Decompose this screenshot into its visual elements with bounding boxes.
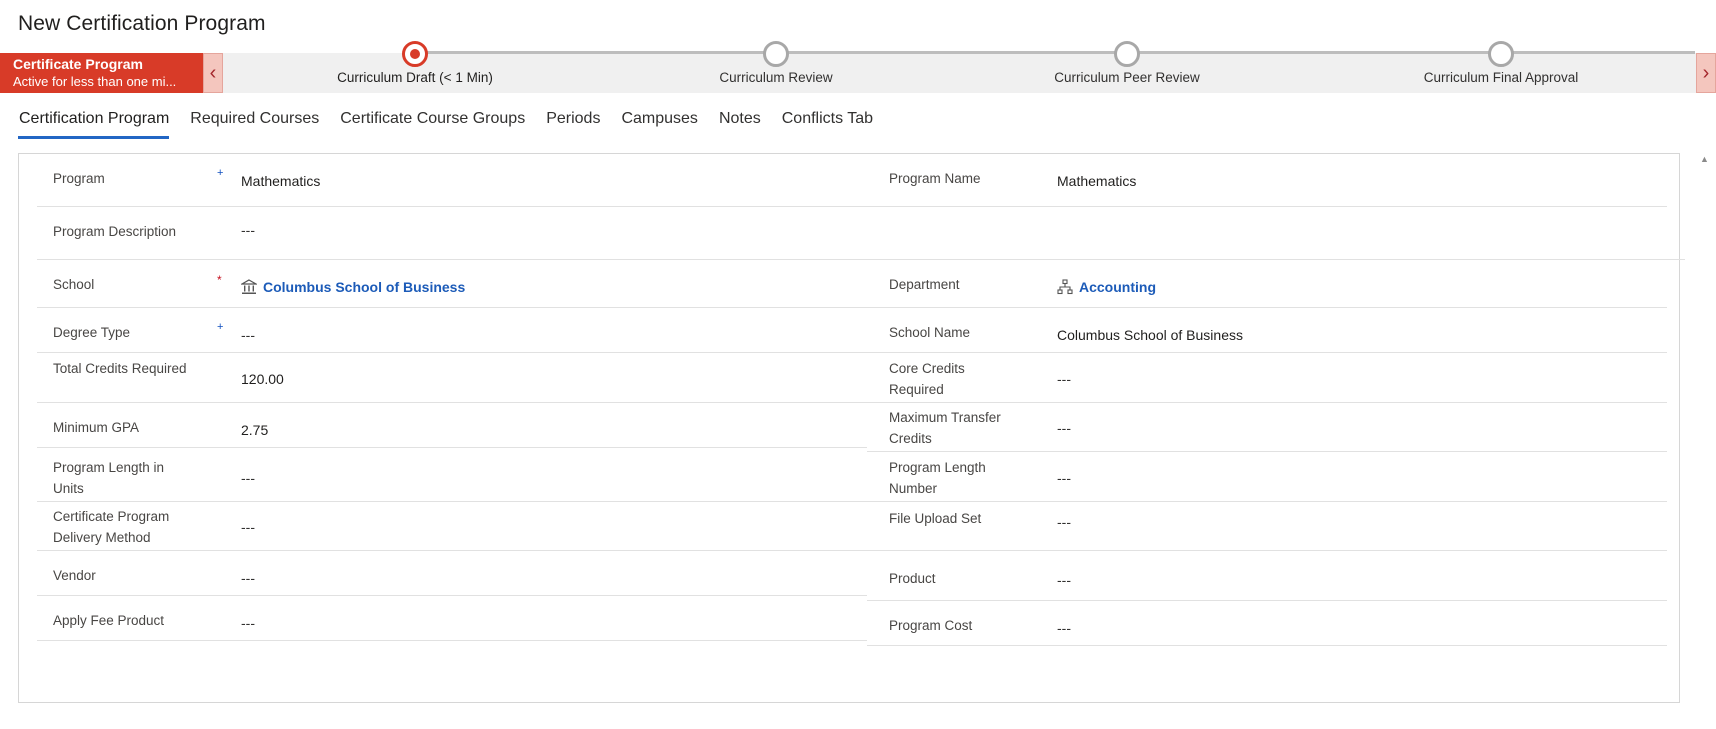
active-process-flag[interactable]: Certificate Program Active for less than… xyxy=(0,53,204,93)
field-label: Program Cost xyxy=(889,618,973,633)
field-program-length-number[interactable]: Program Length Number --- xyxy=(867,452,1667,502)
field-value[interactable]: --- xyxy=(241,327,255,343)
form-column-left: Program + Mathematics Program Descriptio… xyxy=(37,154,1685,641)
stage-label: Curriculum Draft (< 1 Min) xyxy=(337,70,493,85)
field-minimum-gpa[interactable]: Minimum GPA 2.75 xyxy=(37,403,867,448)
recommended-marker: + xyxy=(217,321,224,333)
field-delivery-method[interactable]: Certificate Program Delivery Method --- xyxy=(37,502,867,551)
tab-conflicts[interactable]: Conflicts Tab xyxy=(771,110,883,138)
field-school[interactable]: School * Columbus School of Business xyxy=(37,260,867,308)
stage-curriculum-draft[interactable]: Curriculum Draft (< 1 Min) xyxy=(265,41,565,93)
field-product[interactable]: Product --- xyxy=(867,551,1667,601)
field-label: Program xyxy=(53,171,105,186)
field-department[interactable]: Department Accounting xyxy=(867,260,1667,308)
field-program-cost[interactable]: Program Cost --- xyxy=(867,601,1667,646)
field-value[interactable]: Mathematics xyxy=(1057,173,1136,189)
stage-label: Curriculum Review xyxy=(719,70,833,85)
field-label: School Name xyxy=(889,325,971,340)
field-label: School xyxy=(53,277,95,292)
field-label: Program Description xyxy=(53,224,177,239)
field-file-upload-set[interactable]: File Upload Set --- xyxy=(867,502,1667,551)
field-program-length-in-units[interactable]: Program Length in Units --- xyxy=(37,448,867,502)
certification-program-form: Program + Mathematics Program Descriptio… xyxy=(18,153,1685,703)
field-degree-type[interactable]: Degree Type + --- xyxy=(37,308,867,353)
department-lookup-link[interactable]: Accounting xyxy=(1057,279,1156,295)
stage-curriculum-review[interactable]: Curriculum Review xyxy=(626,41,926,93)
field-program[interactable]: Program + Mathematics xyxy=(37,154,867,207)
field-value[interactable]: --- xyxy=(1057,620,1071,636)
chevron-left-icon[interactable]: ‹ xyxy=(203,53,223,93)
stage-label: Curriculum Peer Review xyxy=(1054,70,1200,85)
school-link-text[interactable]: Columbus School of Business xyxy=(263,279,465,295)
field-label: Vendor xyxy=(53,568,96,583)
tab-required-courses[interactable]: Required Courses xyxy=(179,110,329,138)
field-value[interactable]: 120.00 xyxy=(241,371,284,387)
field-label: Program Length Number xyxy=(889,460,986,496)
empty-cell xyxy=(867,207,1667,260)
active-process-title: Certificate Program xyxy=(13,56,143,72)
field-label: Product xyxy=(889,571,936,586)
field-value[interactable]: --- xyxy=(241,615,255,631)
field-label: Program Length in Units xyxy=(53,460,165,496)
stage-curriculum-final-approval[interactable]: Curriculum Final Approval xyxy=(1351,41,1651,93)
field-value[interactable]: Columbus School of Business xyxy=(1057,327,1243,343)
business-process-bar: Certificate Program Active for less than… xyxy=(0,41,1716,93)
tab-periods[interactable]: Periods xyxy=(535,110,610,138)
field-value[interactable]: --- xyxy=(1057,470,1071,486)
field-core-credits-required[interactable]: Core Credits Required --- xyxy=(867,353,1667,403)
field-value[interactable]: --- xyxy=(241,519,255,535)
tab-certification-program[interactable]: Certification Program xyxy=(18,110,179,139)
stage-curriculum-peer-review[interactable]: Curriculum Peer Review xyxy=(977,41,1277,93)
stage-circle-icon xyxy=(1488,41,1514,67)
field-label: File Upload Set xyxy=(889,511,982,526)
field-label: Minimum GPA xyxy=(53,420,140,435)
tab-certificate-course-groups[interactable]: Certificate Course Groups xyxy=(329,110,535,138)
stage-circle-icon xyxy=(763,41,789,67)
field-value[interactable]: --- xyxy=(1057,514,1071,530)
field-maximum-transfer-credits[interactable]: Maximum Transfer Credits --- xyxy=(867,403,1667,452)
field-apply-fee-product[interactable]: Apply Fee Product --- xyxy=(37,596,867,641)
stage-label: Curriculum Final Approval xyxy=(1423,70,1579,85)
field-program-description[interactable]: Program Description --- xyxy=(37,207,867,260)
school-lookup-link[interactable]: Columbus School of Business xyxy=(241,279,465,295)
active-process-duration: Active for less than one mi... xyxy=(13,74,177,89)
page-title: New Certification Program xyxy=(18,12,266,35)
form-tabs: Certification Program Required Courses C… xyxy=(18,110,883,139)
recommended-marker: + xyxy=(217,167,224,179)
required-marker: * xyxy=(217,273,222,287)
field-vendor[interactable]: Vendor --- xyxy=(37,551,867,596)
field-value[interactable]: --- xyxy=(241,222,255,238)
school-building-icon xyxy=(241,279,257,294)
scroll-up-arrow-icon[interactable]: ▲ xyxy=(1700,154,1709,164)
form-column-right: Program Name Mathematics Department Acco… xyxy=(867,154,1667,646)
field-label: Core Credits Required xyxy=(889,361,965,397)
org-chart-icon xyxy=(1057,279,1073,295)
field-label: Program Name xyxy=(889,171,981,186)
field-label: Degree Type xyxy=(53,325,131,340)
field-value[interactable]: 2.75 xyxy=(241,422,268,438)
stage-circle-icon xyxy=(1114,41,1140,67)
tab-campuses[interactable]: Campuses xyxy=(610,110,707,138)
field-total-credits-required[interactable]: Total Credits Required 120.00 xyxy=(37,353,867,403)
field-value[interactable]: --- xyxy=(1057,572,1071,588)
field-value[interactable]: --- xyxy=(1057,420,1071,436)
stage-active-target-icon xyxy=(402,41,428,67)
field-school-name[interactable]: School Name Columbus School of Business xyxy=(867,308,1667,353)
field-value[interactable]: --- xyxy=(241,470,255,486)
field-label: Total Credits Required xyxy=(53,361,187,376)
field-program-name[interactable]: Program Name Mathematics xyxy=(867,154,1667,207)
field-label: Apply Fee Product xyxy=(53,613,165,628)
field-value[interactable]: --- xyxy=(241,570,255,586)
chevron-right-icon[interactable]: › xyxy=(1696,53,1716,93)
field-label: Department xyxy=(889,277,960,292)
field-value[interactable]: --- xyxy=(1057,371,1071,387)
field-label: Maximum Transfer Credits xyxy=(889,410,1001,446)
field-label: Certificate Program Delivery Method xyxy=(53,509,170,545)
field-value[interactable]: Mathematics xyxy=(241,173,320,189)
tab-notes[interactable]: Notes xyxy=(708,110,771,138)
department-link-text[interactable]: Accounting xyxy=(1079,279,1156,295)
